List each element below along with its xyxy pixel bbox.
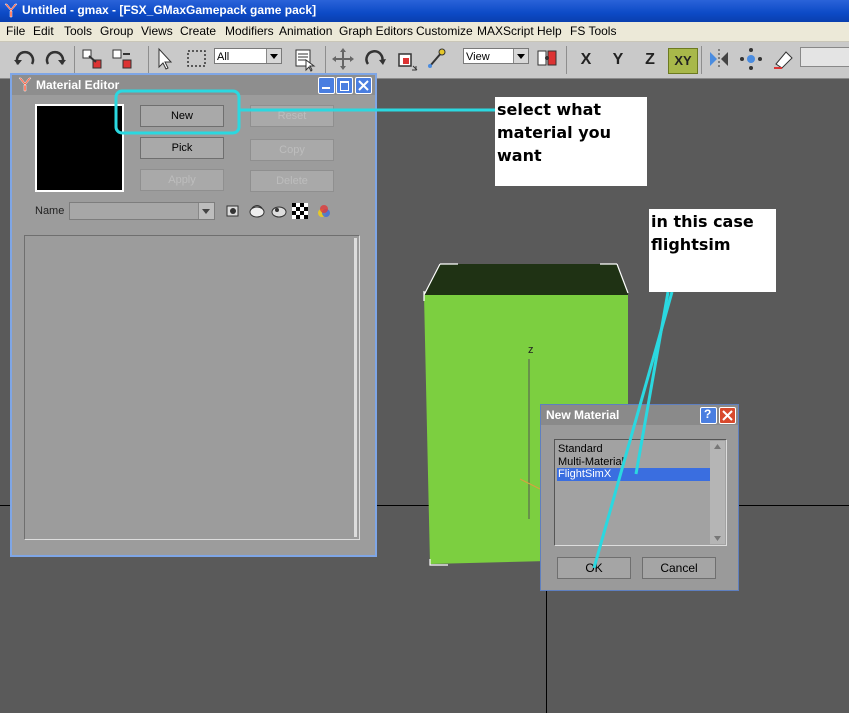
restrict-to-xy-button[interactable]: XY (668, 48, 698, 74)
select-and-link-icon[interactable] (80, 46, 106, 72)
select-and-move-icon[interactable] (330, 46, 356, 72)
maximize-icon (340, 81, 349, 91)
menu-customize[interactable]: Customize (416, 24, 473, 38)
menu-animation[interactable]: Animation (279, 24, 332, 38)
new-material-titlebar: New Material ? (541, 405, 738, 425)
toolbar-separator (148, 46, 149, 74)
menu-views[interactable]: Views (141, 24, 173, 38)
apply-button[interactable]: Apply (140, 169, 224, 191)
align-icon[interactable] (738, 46, 764, 72)
toolbar-separator (701, 46, 702, 74)
chevron-down-icon (198, 203, 214, 219)
manipulate-icon[interactable] (424, 46, 450, 72)
new-material-button[interactable]: New (140, 105, 224, 127)
undo-icon[interactable] (12, 46, 38, 72)
gmax-logo-icon (18, 77, 32, 92)
redo-icon[interactable] (42, 46, 68, 72)
menu-maxscript[interactable]: MAXScript (477, 24, 534, 38)
close-button[interactable] (355, 77, 372, 94)
menu-edit[interactable]: Edit (33, 24, 54, 38)
list-item-selected[interactable]: FlightSimX (557, 468, 710, 481)
menu-graph-editors[interactable]: Graph Editors (339, 24, 413, 38)
reference-coord-system-dropdown[interactable]: View (463, 48, 529, 64)
dialog-close-button[interactable] (719, 407, 736, 424)
select-object-icon[interactable] (152, 46, 178, 72)
material-editor-title: Material Editor (36, 78, 120, 92)
material-type-list[interactable]: Standard Multi-Material FlightSimX (554, 439, 727, 546)
minimize-button[interactable] (318, 77, 335, 94)
selection-filter-dropdown[interactable]: All (214, 48, 282, 64)
viewport-axis-label: z (528, 344, 534, 356)
named-selection-field[interactable] (800, 47, 849, 67)
material-parameters-panel (24, 235, 360, 540)
chevron-down-icon (266, 49, 281, 63)
unlink-selection-icon[interactable] (110, 46, 136, 72)
menu-tools[interactable]: Tools (64, 24, 92, 38)
menu-help[interactable]: Help (537, 24, 562, 38)
copy-button[interactable]: Copy (250, 139, 334, 161)
menu-modifiers[interactable]: Modifiers (225, 24, 274, 38)
cancel-button[interactable]: Cancel (642, 557, 716, 579)
menu-group[interactable]: Group (100, 24, 133, 38)
gmax-logo-icon (4, 3, 18, 18)
new-material-title: New Material (546, 408, 620, 422)
window-title: Untitled - gmax - [FSX_GMaxGamepack game… (22, 3, 317, 17)
selection-filter-value: All (217, 51, 230, 63)
maximize-button[interactable] (336, 77, 353, 94)
material-editor-window: Material Editor New Reset Pick Copy Appl… (10, 73, 377, 557)
select-and-rotate-icon[interactable] (362, 46, 388, 72)
menu-create[interactable]: Create (180, 24, 216, 38)
menu-fs-tools[interactable]: FS Tools (570, 24, 616, 38)
material-editor-titlebar: Material Editor (12, 75, 375, 95)
close-icon (358, 80, 369, 91)
toolbar-separator (74, 46, 75, 74)
list-item[interactable]: Standard (558, 443, 603, 455)
list-scrollbar[interactable] (710, 441, 725, 544)
coord-system-value: View (466, 51, 490, 63)
mirror-icon[interactable] (706, 46, 732, 72)
help-icon: ? (704, 407, 712, 421)
name-label: Name (35, 205, 65, 217)
annotation-note-select-material: select what material you want (495, 97, 647, 186)
pivot-point-center-icon[interactable] (534, 46, 560, 72)
restrict-to-x-button[interactable]: X (574, 48, 598, 72)
assign-material-icon[interactable] (248, 203, 266, 219)
eraser-icon[interactable] (770, 46, 796, 72)
ok-button[interactable]: OK (557, 557, 631, 579)
pick-button[interactable]: Pick (140, 137, 224, 159)
list-item[interactable]: Multi-Material (558, 456, 624, 468)
new-material-dialog: New Material ? Standard Multi-Material F… (540, 404, 739, 591)
make-unique-icon[interactable] (270, 203, 288, 219)
help-button[interactable]: ? (700, 407, 717, 424)
menu-bar: File Edit Tools Group Views Create Modif… (0, 22, 849, 42)
close-icon (722, 410, 733, 421)
scroll-up-icon[interactable] (713, 443, 722, 450)
minimize-icon (322, 87, 330, 89)
material-preview-slot[interactable] (35, 104, 124, 192)
title-bar: Untitled - gmax - [FSX_GMaxGamepack game… (0, 0, 849, 22)
panel-scrollbar[interactable] (354, 238, 357, 537)
delete-button[interactable]: Delete (250, 170, 334, 192)
annotation-note-flightsim: in this case flightsim (649, 209, 776, 292)
toolbar-separator (325, 46, 326, 74)
chevron-down-icon (513, 49, 528, 63)
toolbar-separator (566, 46, 567, 74)
menu-file[interactable]: File (6, 24, 25, 38)
select-region-icon[interactable] (184, 46, 210, 72)
restrict-to-y-button[interactable]: Y (606, 48, 630, 72)
put-to-library-icon[interactable] (224, 203, 242, 219)
material-name-field[interactable] (69, 202, 215, 220)
select-and-scale-icon[interactable] (394, 46, 420, 72)
restrict-to-z-button[interactable]: Z (638, 48, 662, 72)
reset-button[interactable]: Reset (250, 105, 334, 127)
select-by-name-icon[interactable] (292, 46, 318, 72)
material-color-icon[interactable] (316, 203, 332, 219)
checker-background-icon[interactable] (292, 203, 308, 219)
scroll-down-icon[interactable] (713, 535, 722, 542)
